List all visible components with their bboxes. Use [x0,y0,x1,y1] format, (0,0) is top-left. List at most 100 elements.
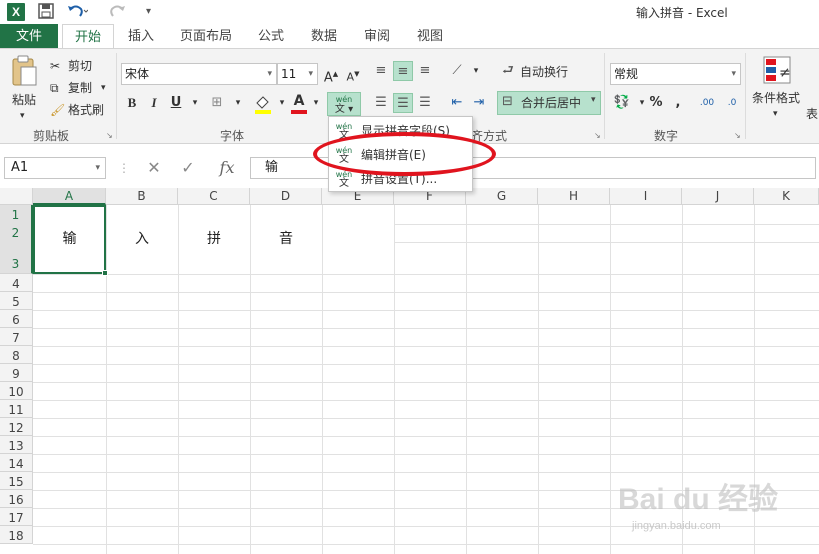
font-name-select[interactable]: 宋体 ▾ [121,63,277,85]
shrink-font-button[interactable]: A▼ [343,64,363,84]
comma-button[interactable]: , [668,93,688,113]
orientation-icon[interactable]: ⟋ [447,61,467,81]
clipboard-group-label: 剪贴板 [33,129,70,143]
bold-button[interactable]: B [122,93,142,113]
column-header-a[interactable]: A [33,188,106,205]
undo-icon[interactable] [66,3,89,21]
column-header-g[interactable]: G [466,188,538,205]
font-size-select[interactable]: 11 ▾ [277,63,318,85]
border-icon[interactable]: ⊞ [207,93,227,113]
middle-align-icon[interactable]: ≡ [393,61,413,81]
fill-color-icon[interactable] [252,93,274,115]
paste-icon[interactable] [10,55,38,89]
customize-icon[interactable]: ▾ [146,3,151,21]
grow-font-button[interactable]: A▲ [321,64,341,85]
conditional-format-icon[interactable]: ≠ [762,55,792,85]
row-header-4[interactable]: 4 [0,274,33,292]
cell-d1[interactable]: 音 [250,205,322,274]
merge-center-button[interactable]: ⊟ 合并后居中 ▾ [497,91,601,115]
row-header-12[interactable]: 12 [0,418,33,436]
font-color-dropdown-icon[interactable]: ▾ [306,93,326,113]
wrap-text-button[interactable]: 自动换行 [520,63,568,81]
row-header-10[interactable]: 10 [0,382,33,400]
number-launcher-icon[interactable]: ↘ [734,131,741,140]
column-header-k[interactable]: K [754,188,819,205]
row-header-16[interactable]: 16 [0,490,33,508]
format-painter-icon[interactable]: 🖌 [50,101,65,119]
tab-home[interactable]: 开始 [62,24,114,49]
column-header-c[interactable]: C [178,188,250,205]
clipboard-launcher-icon[interactable]: ↘ [106,131,113,140]
number-format-select[interactable]: 常规 ▾ [610,63,741,85]
row-header-2[interactable]: 2 [0,226,31,240]
tab-view[interactable]: 视图 [409,24,451,49]
column-header-b[interactable]: B [106,188,178,205]
tab-review[interactable]: 审阅 [356,24,398,49]
cell-c1[interactable]: 拼 [178,205,250,274]
wrap-text-icon[interactable]: ⮐ [498,61,518,81]
italic-button[interactable]: I [144,93,164,113]
top-align-icon[interactable]: ≡ [371,61,391,81]
border-dropdown-icon[interactable]: ▾ [228,93,248,113]
row-header-1[interactable]: 1 [0,208,31,222]
format-as-table-button[interactable]: 表 [806,105,818,123]
underline-dropdown-icon[interactable]: ▾ [185,93,205,113]
percent-button[interactable]: % [646,93,666,113]
tab-formulas[interactable]: 公式 [250,24,292,49]
redo-icon[interactable] [107,3,129,21]
row-header-5[interactable]: 5 [0,292,33,310]
bottom-align-icon[interactable]: ≡ [415,61,435,81]
cancel-icon[interactable]: ✕ [140,157,168,179]
decrease-indent-icon[interactable]: ⇤ [447,93,467,113]
increase-decimal-button[interactable]: .00 [697,93,717,113]
conditional-format-dropdown-icon[interactable]: ▾ [773,105,778,123]
cut-button[interactable]: 剪切 [68,57,92,75]
watermark-logo: Bai du 经验 [618,483,779,516]
row-header-14[interactable]: 14 [0,454,33,472]
underline-button[interactable]: U [166,93,186,113]
alignment-launcher-icon[interactable]: ↘ [594,131,601,140]
row-header-15[interactable]: 15 [0,472,33,490]
enter-icon[interactable]: ✓ [174,157,202,179]
row-header-17[interactable]: 17 [0,508,33,526]
column-header-d[interactable]: D [250,188,322,205]
row-header-11[interactable]: 11 [0,400,33,418]
row-header-9[interactable]: 9 [0,364,33,382]
watermark-url: jingyan.baidu.com [632,520,721,532]
fill-handle[interactable] [102,270,108,276]
row-header-6[interactable]: 6 [0,310,33,328]
copy-icon[interactable]: ⧉ [50,79,59,97]
column-header-i[interactable]: I [610,188,682,205]
align-center-icon[interactable]: ☰ [393,93,413,113]
column-header-h[interactable]: H [538,188,610,205]
cut-icon[interactable]: ✂ [50,57,60,75]
decrease-decimal-button[interactable]: .0 [722,93,742,113]
row-header-3[interactable]: 3 [0,257,31,271]
row-header-13[interactable]: 13 [0,436,33,454]
tab-page-layout[interactable]: 页面布局 [172,24,240,49]
orientation-dropdown-icon[interactable]: ▾ [466,61,486,81]
phonetic-guide-button[interactable]: wén 文 ▾ [327,92,361,116]
column-header-j[interactable]: J [682,188,754,205]
tab-data[interactable]: 数据 [303,24,345,49]
font-size-value: 11 [281,67,297,81]
format-painter-button[interactable]: 格式刷 [68,101,104,119]
insert-function-button[interactable]: fx [212,157,242,179]
align-right-icon[interactable]: ☰ [415,93,435,113]
align-left-icon[interactable]: ☰ [371,93,391,113]
name-box[interactable]: A1 ▾ [4,157,106,179]
row-header-8[interactable]: 8 [0,346,33,364]
copy-button[interactable]: 复制 [68,79,92,97]
save-icon[interactable] [38,3,54,21]
copy-dropdown-icon[interactable]: ▾ [101,79,106,97]
row-header-group[interactable]: 1 2 3 [0,205,33,274]
row-header-7[interactable]: 7 [0,328,33,346]
tab-insert[interactable]: 插入 [120,24,162,49]
increase-indent-icon[interactable]: ⇥ [469,93,489,113]
accounting-format-icon[interactable]: 💱 [612,93,632,113]
paste-dropdown-icon[interactable]: ▾ [20,107,25,125]
tab-file[interactable]: 文件 [0,24,58,49]
row-header-18[interactable]: 18 [0,526,33,544]
select-all-button[interactable] [0,188,33,205]
cell-b1[interactable]: 入 [106,205,178,274]
